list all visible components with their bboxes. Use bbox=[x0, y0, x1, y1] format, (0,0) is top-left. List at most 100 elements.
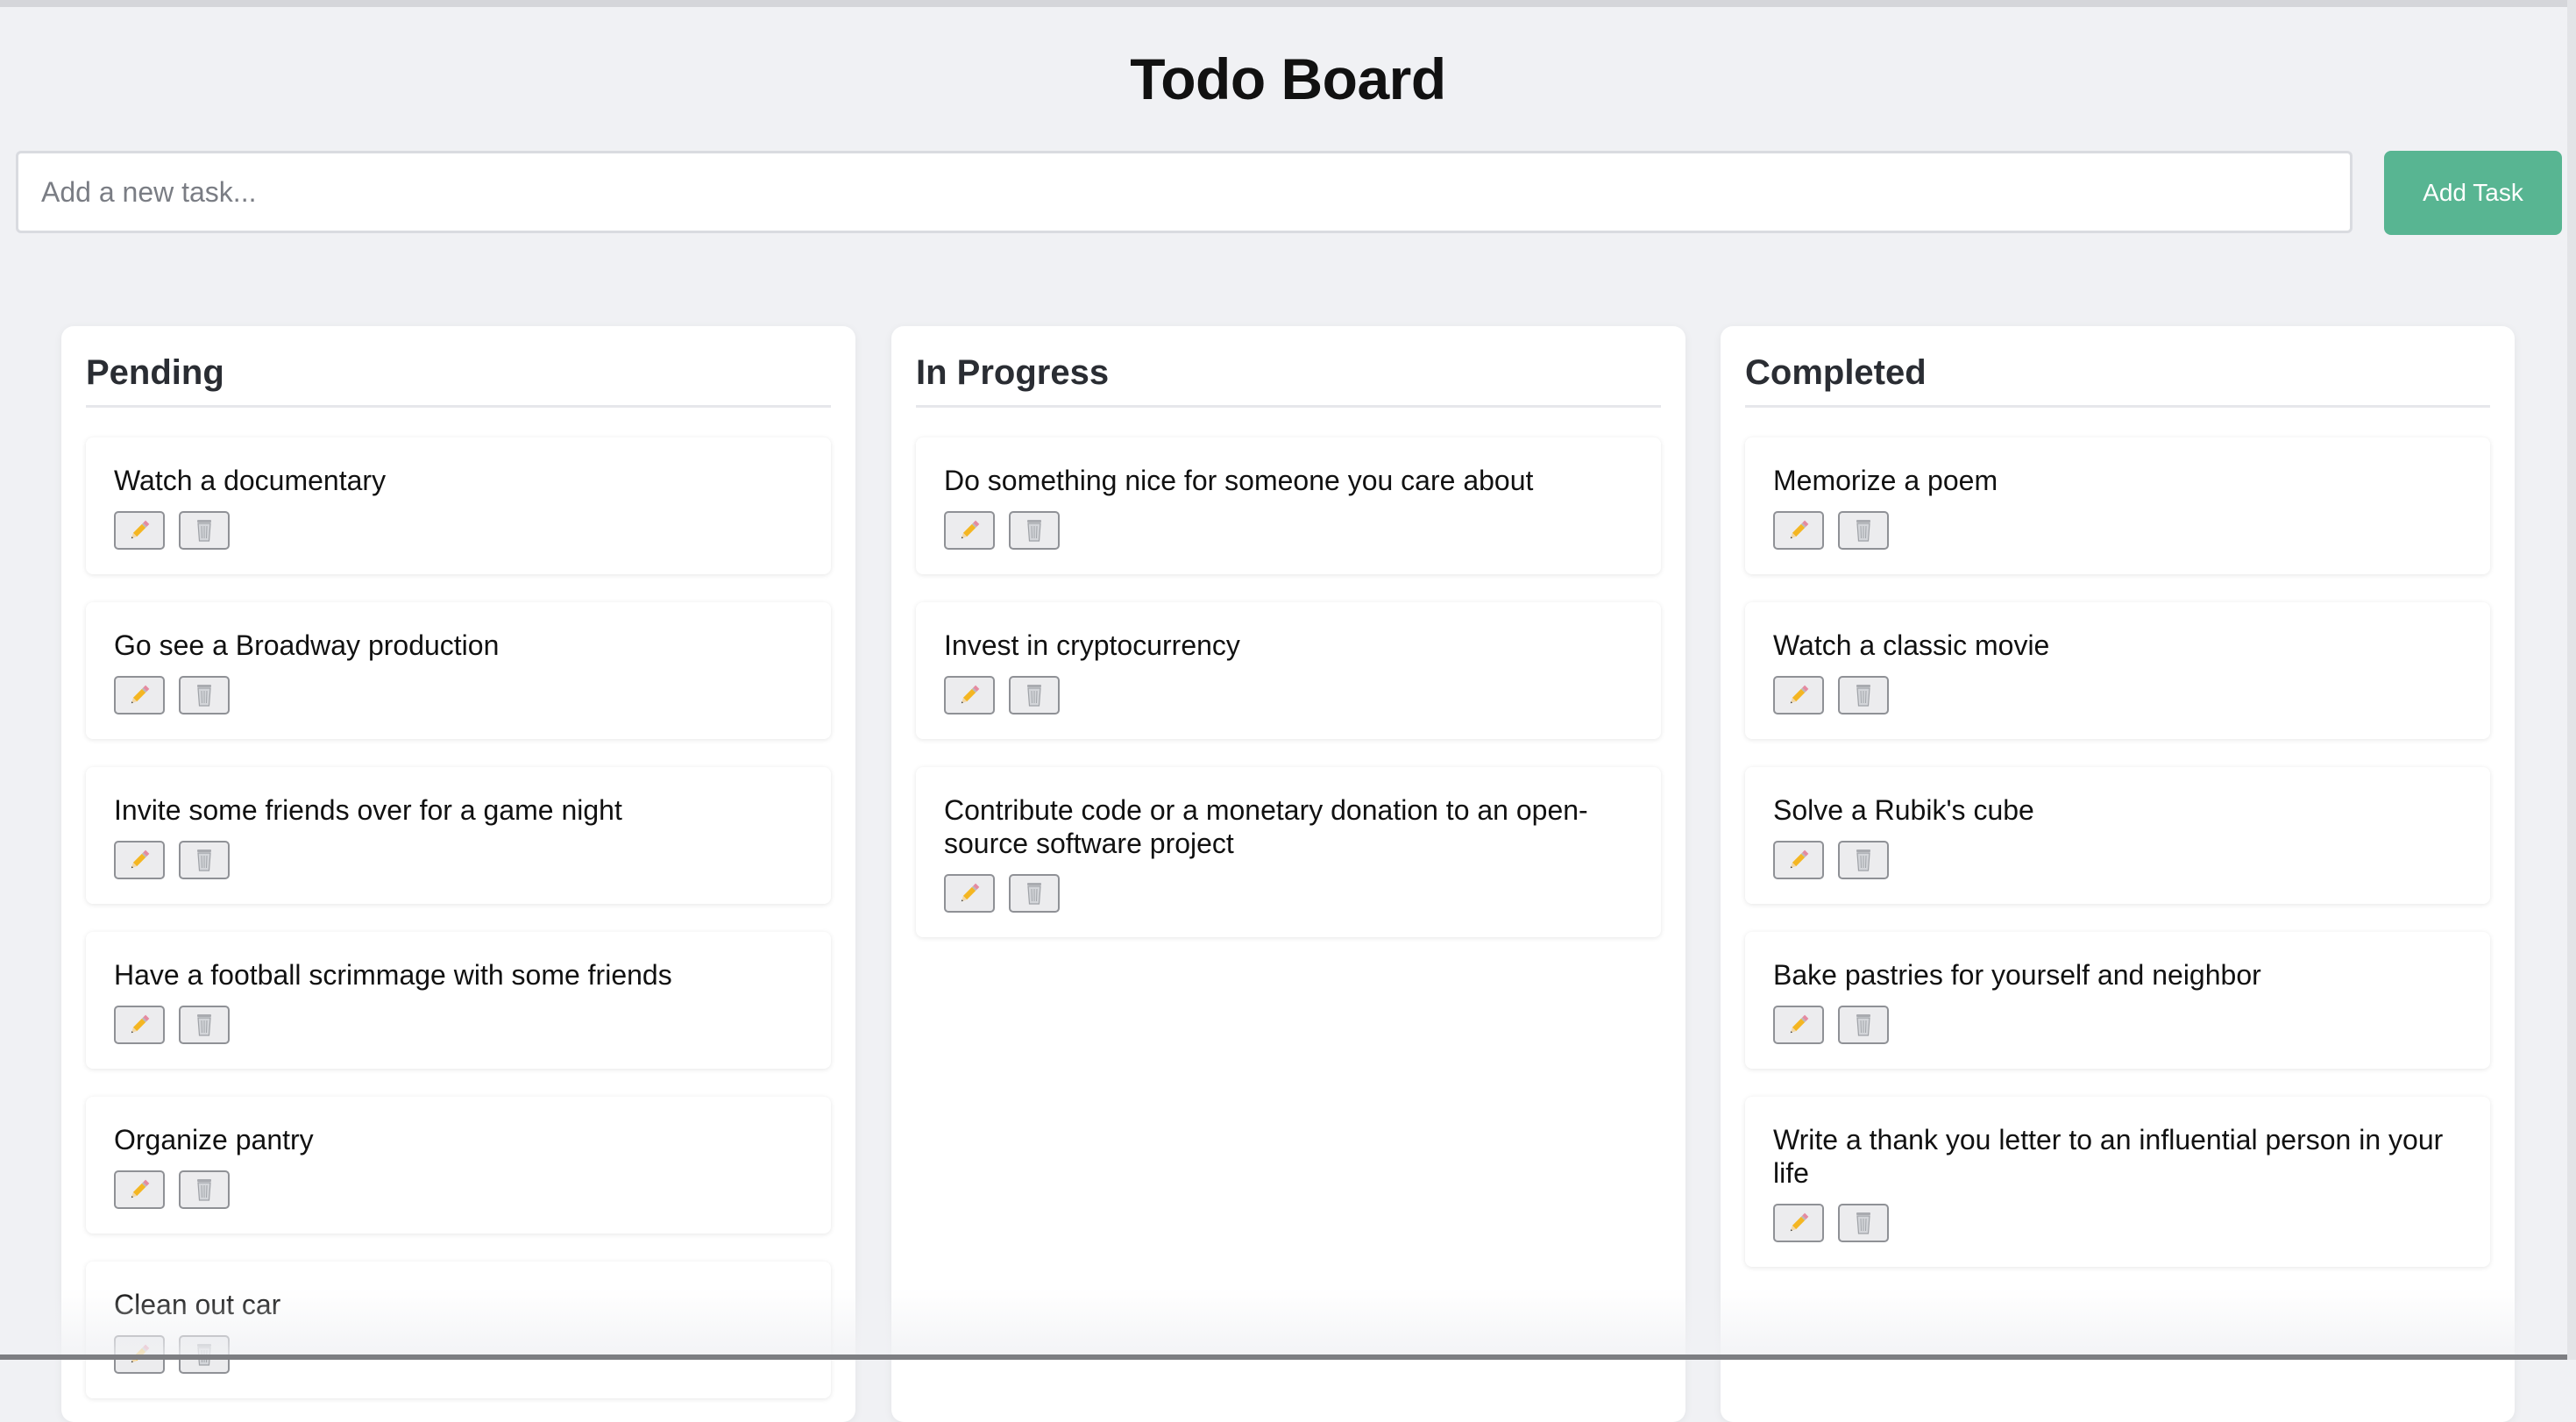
task-card[interactable]: Clean out car bbox=[86, 1262, 831, 1398]
pencil-icon bbox=[1785, 1210, 1812, 1236]
trash-icon bbox=[1851, 1012, 1876, 1038]
task-text: Write a thank you letter to an influenti… bbox=[1773, 1124, 2444, 1189]
trash-icon bbox=[1022, 682, 1047, 708]
delete-task-button[interactable] bbox=[179, 676, 230, 715]
task-card[interactable]: Watch a classic movie bbox=[1745, 602, 2490, 739]
edit-task-button[interactable] bbox=[1773, 511, 1824, 550]
column-completed: Completed Memorize a poem Watch a classic… bbox=[1721, 326, 2515, 1422]
delete-task-button[interactable] bbox=[1838, 676, 1889, 715]
edit-task-button[interactable] bbox=[114, 1006, 165, 1044]
edit-task-button[interactable] bbox=[114, 676, 165, 715]
delete-task-button[interactable] bbox=[1009, 511, 1060, 550]
pencil-icon bbox=[956, 517, 983, 544]
trash-icon bbox=[192, 1012, 216, 1038]
pencil-icon bbox=[126, 682, 153, 708]
edit-task-button[interactable] bbox=[114, 1170, 165, 1209]
task-actions bbox=[114, 511, 803, 550]
task-text: Bake pastries for yourself and neighbor bbox=[1773, 959, 2261, 991]
delete-task-button[interactable] bbox=[179, 1006, 230, 1044]
pencil-icon bbox=[956, 880, 983, 907]
task-actions bbox=[114, 1170, 803, 1209]
task-text: Organize pantry bbox=[114, 1124, 314, 1155]
trash-icon bbox=[1851, 1210, 1876, 1236]
edit-task-button[interactable] bbox=[1773, 676, 1824, 715]
task-card[interactable]: Go see a Broadway production bbox=[86, 602, 831, 739]
task-card[interactable]: Invest in cryptocurrency bbox=[916, 602, 1661, 739]
trash-icon bbox=[1022, 517, 1047, 544]
task-card[interactable]: Invite some friends over for a game nigh… bbox=[86, 767, 831, 904]
task-actions bbox=[944, 676, 1633, 715]
new-task-input[interactable] bbox=[16, 151, 2352, 233]
pencil-icon bbox=[126, 517, 153, 544]
task-text: Watch a documentary bbox=[114, 465, 387, 496]
column-title: Completed bbox=[1745, 326, 2490, 408]
pencil-icon bbox=[1785, 682, 1812, 708]
delete-task-button[interactable] bbox=[1838, 841, 1889, 879]
task-actions bbox=[1773, 1204, 2462, 1242]
pencil-icon bbox=[126, 847, 153, 873]
pencil-icon bbox=[126, 1012, 153, 1038]
task-actions bbox=[1773, 676, 2462, 715]
edit-task-button[interactable] bbox=[1773, 1204, 1824, 1242]
trash-icon bbox=[192, 1177, 216, 1203]
trash-icon bbox=[192, 682, 216, 708]
pencil-icon bbox=[956, 682, 983, 708]
trash-icon bbox=[192, 847, 216, 873]
delete-task-button[interactable] bbox=[179, 841, 230, 879]
edit-task-button[interactable] bbox=[114, 841, 165, 879]
task-list: Watch a documentary Go see a Broadway pro… bbox=[86, 437, 831, 1398]
delete-task-button[interactable] bbox=[1838, 1006, 1889, 1044]
task-card[interactable]: Organize pantry bbox=[86, 1097, 831, 1234]
task-actions bbox=[114, 1006, 803, 1044]
task-text: Clean out car bbox=[114, 1289, 281, 1320]
task-text: Solve a Rubik's cube bbox=[1773, 794, 2034, 826]
delete-task-button[interactable] bbox=[1838, 1204, 1889, 1242]
window-right-edge bbox=[2567, 0, 2576, 1360]
edit-task-button[interactable] bbox=[944, 511, 995, 550]
task-card[interactable]: Memorize a poem bbox=[1745, 437, 2490, 574]
task-actions bbox=[944, 874, 1633, 913]
delete-task-button[interactable] bbox=[1838, 511, 1889, 550]
task-text: Have a football scrimmage with some frie… bbox=[114, 959, 672, 991]
column-in-progress: In Progress Do something nice for someon… bbox=[891, 326, 1685, 1422]
task-actions bbox=[114, 676, 803, 715]
pencil-icon bbox=[1785, 847, 1812, 873]
task-actions bbox=[114, 841, 803, 879]
task-card[interactable]: Write a thank you letter to an influenti… bbox=[1745, 1097, 2490, 1267]
task-card[interactable]: Do something nice for someone you care a… bbox=[916, 437, 1661, 574]
task-text: Go see a Broadway production bbox=[114, 629, 500, 661]
trash-icon bbox=[1851, 517, 1876, 544]
task-text: Memorize a poem bbox=[1773, 465, 1998, 496]
delete-task-button[interactable] bbox=[179, 511, 230, 550]
pencil-icon bbox=[1785, 1012, 1812, 1038]
task-actions bbox=[1773, 511, 2462, 550]
window-bottom-edge bbox=[0, 1354, 2576, 1360]
delete-task-button[interactable] bbox=[1009, 874, 1060, 913]
task-actions bbox=[944, 511, 1633, 550]
delete-task-button[interactable] bbox=[179, 1170, 230, 1209]
edit-task-button[interactable] bbox=[944, 874, 995, 913]
task-list: Do something nice for someone you care a… bbox=[916, 437, 1661, 937]
task-card[interactable]: Watch a documentary bbox=[86, 437, 831, 574]
trash-icon bbox=[1022, 880, 1047, 907]
task-text: Do something nice for someone you care a… bbox=[944, 465, 1534, 496]
task-list: Memorize a poem Watch a classic movie Solv… bbox=[1745, 437, 2490, 1267]
add-task-button[interactable]: Add Task bbox=[2384, 151, 2562, 235]
pencil-icon bbox=[126, 1177, 153, 1203]
edit-task-button[interactable] bbox=[1773, 1006, 1824, 1044]
task-actions bbox=[1773, 1006, 2462, 1044]
task-text: Contribute code or a monetary donation t… bbox=[944, 794, 1588, 859]
column-pending: Pending Watch a documentary Go see a Broa… bbox=[61, 326, 855, 1422]
task-card[interactable]: Contribute code or a monetary donation t… bbox=[916, 767, 1661, 937]
task-card[interactable]: Have a football scrimmage with some frie… bbox=[86, 932, 831, 1069]
edit-task-button[interactable] bbox=[114, 511, 165, 550]
task-card[interactable]: Bake pastries for yourself and neighbor bbox=[1745, 932, 2490, 1069]
delete-task-button[interactable] bbox=[1009, 676, 1060, 715]
window-top-edge bbox=[0, 0, 2576, 7]
task-actions bbox=[1773, 841, 2462, 879]
page-title: Todo Board bbox=[1130, 46, 1446, 111]
task-text: Invite some friends over for a game nigh… bbox=[114, 794, 622, 826]
edit-task-button[interactable] bbox=[1773, 841, 1824, 879]
edit-task-button[interactable] bbox=[944, 676, 995, 715]
task-card[interactable]: Solve a Rubik's cube bbox=[1745, 767, 2490, 904]
